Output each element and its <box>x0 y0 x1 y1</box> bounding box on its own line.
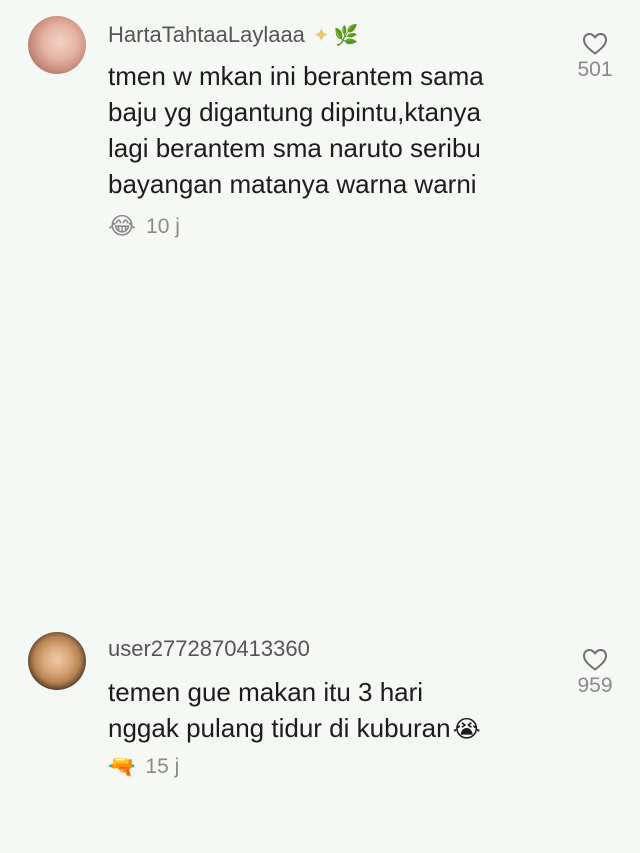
like-count: 501 <box>577 58 613 81</box>
comment-line: nggak pulang tidur di kuburan😭 <box>108 710 568 748</box>
comment-username[interactable]: HartaTahtaaLaylaaa ✦ 🌿 <box>108 22 359 48</box>
comment-meta: 😂 10 j <box>108 212 180 241</box>
leaf-icon: 🌿 <box>333 25 359 47</box>
comment-text: tmen w mkan ini berantem sama baju yg di… <box>108 58 568 202</box>
avatar[interactable] <box>28 632 86 690</box>
comment-line: temen gue makan itu 3 hari <box>108 677 424 707</box>
like-count: 959 <box>577 674 613 697</box>
like-button[interactable]: 959 <box>570 648 620 698</box>
sparkle-icon: ✦ 🌿 <box>312 25 359 47</box>
comment-line: baju yg digantung dipintu,ktanya <box>108 97 481 127</box>
comment-text: temen gue makan itu 3 hari nggak pulang … <box>108 674 568 748</box>
heart-outline-icon[interactable] <box>582 648 608 672</box>
pistol-emoji-icon: 🔫 <box>108 754 136 779</box>
comment-time: 10 j <box>146 214 180 238</box>
comment-line: tmen w mkan ini berantem sama <box>108 61 484 91</box>
comment-line: lagi berantem sma naruto seribu <box>108 133 481 163</box>
like-button[interactable]: 501 <box>570 32 620 82</box>
comment-meta: 🔫 15 j <box>108 754 179 780</box>
comment-username[interactable]: user2772870413360 <box>108 636 310 662</box>
comment-time: 15 j <box>145 755 180 778</box>
avatar[interactable] <box>28 16 86 74</box>
comment-line: bayangan matanya warna warni <box>108 169 477 199</box>
laughing-emoji-icon: 😂 <box>108 213 137 240</box>
crying-emoji-icon: 😭 <box>452 716 481 743</box>
heart-outline-icon[interactable] <box>582 32 608 56</box>
